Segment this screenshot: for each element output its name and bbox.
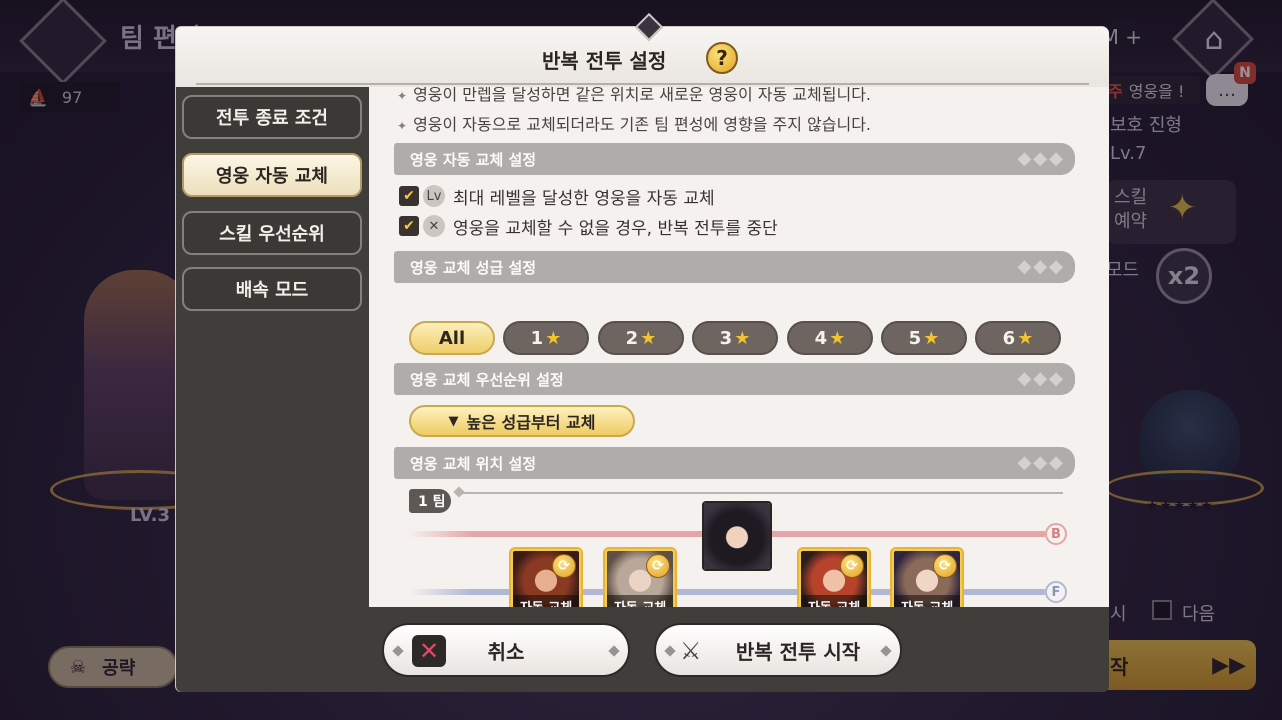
grade-all-button[interactable]: All [409,321,495,355]
button-diamond-icon [392,645,404,657]
diamond-bullet-icon: ✦ [397,89,408,103]
close-icon: ✕ [412,635,446,667]
hero-portrait [704,503,770,569]
auto-swap-caption: 자동 교체 [801,595,867,607]
section-title: 영웅 교체 위치 설정 [410,454,537,473]
tab-label: 영웅 자동 교체 [216,166,328,187]
section-auto-swap-header: 영웅 자동 교체 설정 ◆◆◆ [394,143,1075,175]
repeat-battle-dialog: 반복 전투 설정 ? 전투 종료 조건 영웅 자동 교체 스킬 우선순위 배속 … [175,12,1109,692]
star-icon: ★ [734,327,751,349]
grade-label: 4 [814,327,828,349]
option-stop-if-no-swap[interactable]: ✔ ✕ 영웅을 교체할 수 없을 경우, 반복 전투를 중단 [399,213,778,239]
hero-slot-2[interactable]: ⟳ 자동 교체 [605,549,675,607]
tab-skill-priority[interactable]: 스킬 우선순위 [182,211,362,255]
tab-speed-mode[interactable]: 배속 모드 [182,267,362,311]
section-title: 영웅 교체 성급 설정 [410,258,537,277]
back-row-marker: B [1045,523,1067,545]
cancel-label: 취소 [487,639,525,664]
front-row-marker: F [1045,581,1067,603]
hero-slot-4[interactable]: ⟳ 자동 교체 [799,549,869,607]
grade-2-button[interactable]: 2 ★ [598,321,684,355]
start-repeat-battle-button[interactable]: ⚔ 반복 전투 시작 [654,623,902,677]
dialog-header: 반복 전투 설정 ? [176,12,1109,87]
swap-icon: ⟳ [646,554,670,578]
section-diamonds-icon: ◆◆◆ [1017,368,1065,389]
level-up-icon: Lv [423,185,445,207]
header-divider [196,83,1089,85]
star-icon: ★ [923,327,940,349]
team-divider [457,492,1063,494]
grade-label: 2 [625,327,639,349]
triangle-down-icon: ▼ [448,413,459,429]
grade-6-button[interactable]: 6 ★ [975,321,1061,355]
auto-swap-caption: 자동 교체 [607,595,673,607]
auto-swap-caption: 자동 교체 [513,595,579,607]
start-label: 반복 전투 시작 [735,639,861,664]
grade-4-button[interactable]: 4 ★ [787,321,873,355]
section-title: 영웅 자동 교체 설정 [410,150,537,169]
section-diamonds-icon: ◆◆◆ [1017,256,1065,277]
auto-swap-caption: 자동 교체 [894,595,960,607]
crossed-swords-icon: ✕ [423,215,445,237]
settings-panel[interactable]: ✦ 영웅이 만렙을 달성하면 같은 위치로 새로운 영웅이 자동 교체됩니다. ✦… [369,87,1109,607]
note-line: ✦ 영웅이 만렙을 달성하면 같은 위치로 새로운 영웅이 자동 교체됩니다. [397,87,871,105]
swap-icon: ⟳ [552,554,576,578]
grade-1-button[interactable]: 1 ★ [503,321,589,355]
button-diamond-icon [608,645,620,657]
grade-label: 5 [908,327,922,349]
note-text: 영웅이 자동으로 교체되더라도 기존 팀 편성에 영향을 주지 않습니다. [413,115,871,134]
option-label: 영웅을 교체할 수 없을 경우, 반복 전투를 중단 [453,218,778,239]
grade-label: 3 [719,327,733,349]
cancel-button[interactable]: ✕ 취소 [382,623,630,677]
hero-slot-5[interactable]: ⟳ 자동 교체 [892,549,962,607]
grade-label: All [438,327,466,349]
checkbox-checked-icon[interactable]: ✔ [399,216,419,236]
tab-label: 스킬 우선순위 [219,224,325,245]
checkbox-checked-icon[interactable]: ✔ [399,186,419,206]
star-icon: ★ [640,327,657,349]
tab-label: 전투 종료 조건 [216,108,328,129]
priority-value: 높은 성급부터 교체 [466,413,596,432]
grade-label: 1 [530,327,544,349]
button-diamond-icon [880,645,892,657]
note-text: 영웅이 만렙을 달성하면 같은 위치로 새로운 영웅이 자동 교체됩니다. [413,87,871,104]
priority-dropdown[interactable]: ▼ 높은 성급부터 교체 [409,405,635,437]
team-badge: 1 팀 [409,489,451,513]
section-diamonds-icon: ◆◆◆ [1017,452,1065,473]
swap-icon: ⟳ [933,554,957,578]
section-title: 영웅 교체 우선순위 설정 [410,370,564,389]
star-icon: ★ [1017,327,1034,349]
diamond-bullet-icon: ✦ [397,119,408,133]
star-icon: ★ [829,327,846,349]
grade-label: 6 [1002,327,1016,349]
tab-battle-end-condition[interactable]: 전투 종료 조건 [182,95,362,139]
hero-slot-1[interactable]: ⟳ 자동 교체 [511,549,581,607]
grade-3-button[interactable]: 3 ★ [692,321,778,355]
hero-slot-3[interactable] [702,501,772,571]
section-priority-header: 영웅 교체 우선순위 설정 ◆◆◆ [394,363,1075,395]
crossed-swords-repeat-icon: ⚔ [680,637,702,665]
swap-icon: ⟳ [840,554,864,578]
section-grade-header: 영웅 교체 성급 설정 ◆◆◆ [394,251,1075,283]
tab-label: 배속 모드 [235,280,309,301]
help-button[interactable]: ? [706,42,738,74]
note-line: ✦ 영웅이 자동으로 교체되더라도 기존 팀 편성에 영향을 주지 않습니다. [397,111,871,135]
button-diamond-icon [664,645,676,657]
grade-5-button[interactable]: 5 ★ [881,321,967,355]
option-label: 최대 레벨을 달성한 영웅을 자동 교체 [453,188,715,209]
star-icon: ★ [545,327,562,349]
dialog-title: 반복 전투 설정 [542,49,667,73]
section-position-header: 영웅 교체 위치 설정 ◆◆◆ [394,447,1075,479]
option-auto-swap-max-level[interactable]: ✔ Lv 최대 레벨을 달성한 영웅을 자동 교체 [399,183,715,209]
section-diamonds-icon: ◆◆◆ [1017,148,1065,169]
tab-auto-hero-swap[interactable]: 영웅 자동 교체 [182,153,362,197]
